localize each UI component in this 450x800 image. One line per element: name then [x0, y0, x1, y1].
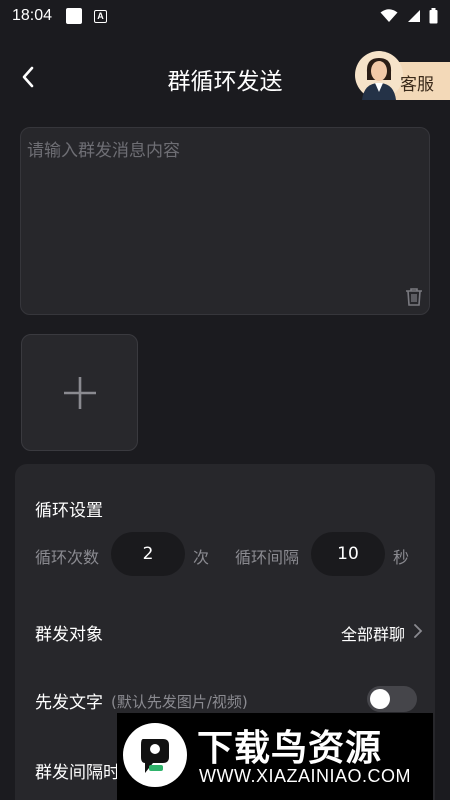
agent-avatar-icon [355, 51, 403, 100]
target-value: 全部群聊 [340, 625, 405, 644]
message-input[interactable] [27, 136, 397, 286]
text-first-toggle[interactable] [367, 686, 417, 712]
target-label: 群发对象 [35, 625, 103, 645]
loop-settings-title: 循环设置 [35, 501, 103, 521]
notification-square-icon [66, 8, 83, 24]
group-interval-label: 群发间隔时 [35, 763, 120, 783]
toggle-knob [370, 689, 390, 709]
watermark: 下载鸟资源 WWW.XIAZAINIAO.COM [117, 713, 433, 800]
battery-icon [429, 8, 438, 24]
loop-interval-input[interactable] [311, 532, 385, 576]
text-first-label: 先发文字 [35, 693, 103, 713]
group-interval-row[interactable]: 群发间隔时 [35, 758, 120, 788]
notification-a-icon: A [94, 9, 108, 23]
clear-message-button[interactable] [403, 286, 425, 308]
status-bar: 18:04 A [0, 0, 450, 32]
customer-service-button[interactable]: 客服 [355, 51, 450, 100]
loop-interval-unit: 秒 [393, 548, 410, 567]
service-label: 客服 [400, 75, 434, 95]
bird-logo-icon [123, 723, 187, 787]
text-first-hint: (默认先发图片/视频) [111, 693, 248, 711]
signal-icon [408, 10, 420, 22]
loop-count-unit: 次 [193, 548, 210, 567]
trash-icon [406, 288, 422, 306]
status-indicators [380, 8, 438, 24]
target-row[interactable]: 群发对象 全部群聊 [35, 616, 423, 646]
header: 群循环发送 客服 [0, 44, 450, 110]
add-media-button[interactable] [21, 334, 138, 451]
plus-icon [64, 377, 96, 409]
loop-interval-label: 循环间隔 [235, 548, 300, 567]
message-box [20, 127, 430, 315]
status-time: 18:04 [12, 7, 53, 24]
watermark-brand: 下载鸟资源 [197, 728, 383, 769]
loop-count-input[interactable] [111, 532, 185, 576]
wifi-icon [380, 9, 398, 22]
text-first-row: 先发文字 (默认先发图片/视频) [35, 686, 417, 716]
watermark-url: WWW.XIAZAINIAO.COM [199, 766, 411, 786]
chevron-right-icon [414, 624, 423, 638]
loop-settings-row: 循环次数 次 循环间隔 秒 [35, 532, 425, 578]
loop-count-label: 循环次数 [35, 548, 100, 567]
